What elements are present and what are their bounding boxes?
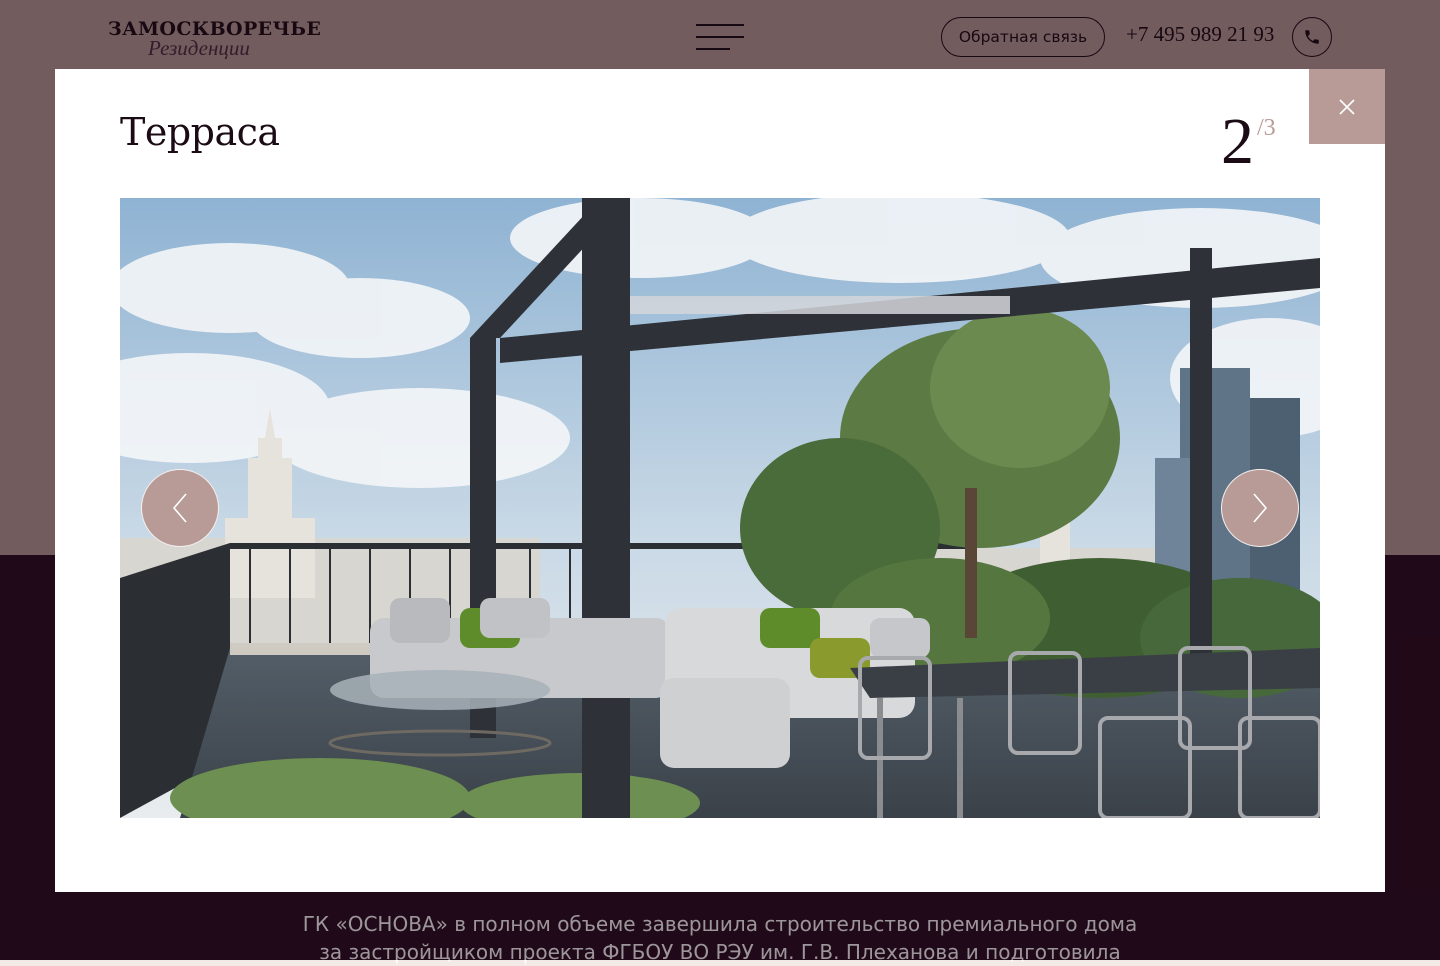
close-button[interactable] [1309,69,1385,144]
slide-counter: 2 /3 [1221,107,1291,177]
chevron-right-icon [1253,493,1268,523]
chevron-left-icon [172,493,187,523]
slide-counter-current: 2 [1221,105,1254,178]
gallery-modal: Терраса 2 /3 [55,69,1385,892]
next-slide-button[interactable] [1221,469,1299,547]
gallery-image [120,198,1320,818]
modal-title: Терраса [120,110,280,154]
previous-slide-button[interactable] [141,469,219,547]
close-icon [1339,98,1355,115]
slide-counter-total: /3 [1257,115,1276,141]
